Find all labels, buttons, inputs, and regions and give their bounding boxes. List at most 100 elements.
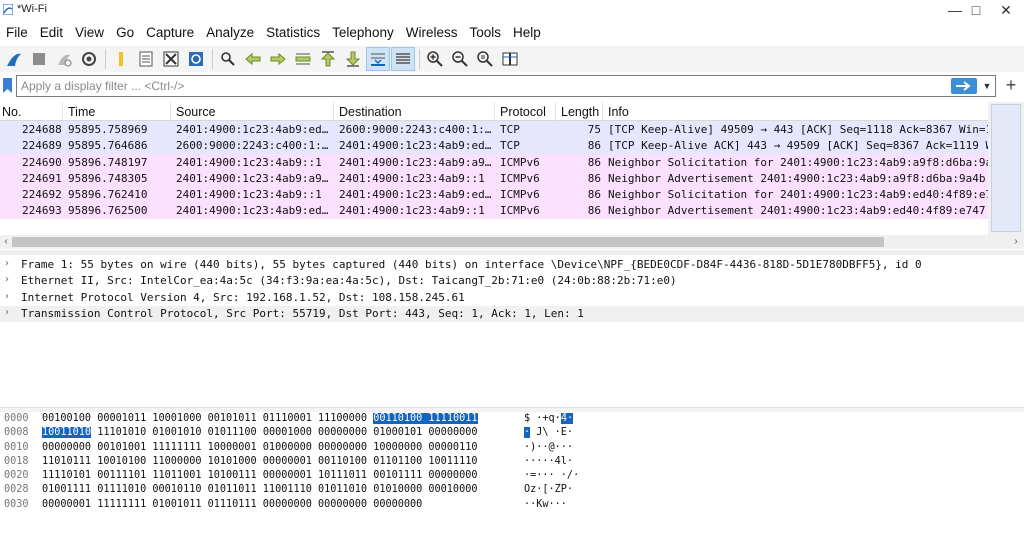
scrollbar-thumb[interactable] — [991, 104, 1021, 232]
cell-no: 224691 — [22, 171, 62, 185]
colorize-icon[interactable] — [391, 47, 415, 71]
column-divider[interactable] — [333, 102, 334, 121]
scroll-left-icon[interactable]: ‹ — [0, 235, 12, 249]
tree-item-ethernet[interactable]: › Ethernet II, Src: IntelCor_ea:4a:5c (3… — [0, 273, 1024, 289]
ascii-highlight: 4· — [560, 413, 574, 424]
menu-go[interactable]: Go — [110, 22, 140, 44]
toolbar-separator — [212, 49, 213, 69]
cell-length: 86 — [587, 188, 601, 202]
add-filter-button-icon[interactable]: + — [1000, 75, 1022, 97]
find-packet-icon[interactable] — [216, 47, 240, 71]
menu-view[interactable]: View — [69, 22, 110, 44]
expand-arrow-icon[interactable]: › — [5, 307, 9, 318]
byte-bits[interactable]: 10011010 11101010 01001010 01011100 0000… — [42, 427, 477, 439]
byte-bits[interactable]: 00000000 00101001 11111111 10000001 0100… — [42, 442, 477, 453]
packet-row[interactable]: 224689 95895.764686 2600:9000:2243:c400:… — [0, 137, 988, 154]
menu-telephony[interactable]: Telephony — [326, 22, 400, 44]
menu-capture[interactable]: Capture — [140, 22, 200, 44]
column-divider[interactable] — [555, 102, 556, 121]
apply-filter-button[interactable] — [951, 78, 977, 94]
byte-bits[interactable]: 01001111 01111010 00010110 01011011 1100… — [42, 484, 477, 495]
byte-ascii[interactable]: ·=··· ·/· — [524, 470, 579, 481]
cell-destination: 2401:4900:1c23:4ab9::1 — [339, 204, 485, 218]
byte-ascii[interactable]: ·····4l· — [524, 456, 573, 467]
zoom-out-icon[interactable] — [448, 47, 472, 71]
column-source[interactable]: Source — [176, 105, 216, 119]
menu-edit[interactable]: Edit — [34, 22, 69, 44]
byte-bits[interactable]: 11010111 10010100 11000000 10101000 0000… — [42, 456, 477, 467]
expand-arrow-icon[interactable]: › — [5, 258, 9, 269]
packet-row[interactable]: 224690 95896.748197 2401:4900:1c23:4ab9:… — [0, 153, 988, 170]
menu-help[interactable]: Help — [507, 22, 547, 44]
resize-columns-icon[interactable] — [498, 47, 522, 71]
filter-bookmark-icon[interactable] — [2, 78, 13, 93]
column-divider[interactable] — [62, 102, 63, 121]
column-info[interactable]: Info — [608, 105, 629, 119]
column-divider[interactable] — [494, 102, 495, 121]
cell-no: 224688 — [22, 123, 62, 136]
byte-bits[interactable]: 00100100 00001011 10001000 00101011 0111… — [42, 413, 478, 424]
column-length[interactable]: Length — [561, 105, 599, 119]
go-back-icon[interactable] — [241, 47, 265, 71]
go-last-icon[interactable] — [341, 47, 365, 71]
scroll-right-icon[interactable]: › — [1010, 235, 1022, 249]
column-time[interactable]: Time — [68, 105, 95, 119]
reload-file-icon[interactable] — [184, 47, 208, 71]
expand-arrow-icon[interactable]: › — [5, 291, 9, 302]
go-to-packet-icon[interactable] — [291, 47, 315, 71]
byte-ascii[interactable]: · J\ ·E· — [524, 427, 573, 439]
packet-row[interactable]: 224692 95896.762410 2401:4900:1c23:4ab9:… — [0, 186, 988, 203]
column-destination[interactable]: Destination — [339, 105, 402, 119]
zoom-in-icon[interactable] — [423, 47, 447, 71]
go-forward-icon[interactable] — [266, 47, 290, 71]
byte-ascii[interactable]: Oz·[·ZP· — [524, 484, 573, 495]
byte-row: 0008 10011010 11101010 01001010 01011100… — [0, 427, 1024, 441]
packet-list-horizontal-scrollbar[interactable]: ‹ › — [0, 235, 1024, 249]
go-first-icon[interactable] — [316, 47, 340, 71]
column-protocol[interactable]: Protocol — [500, 105, 546, 119]
menu-statistics[interactable]: Statistics — [260, 22, 326, 44]
chevron-down-icon[interactable]: ▼ — [980, 79, 994, 93]
byte-bits[interactable]: 00000001 11111111 01001011 01110111 0000… — [42, 499, 422, 510]
cell-length: 86 — [587, 171, 601, 185]
tree-item-tcp[interactable]: › Transmission Control Protocol, Src Por… — [0, 305, 1024, 323]
tree-item-frame[interactable]: › Frame 1: 55 bytes on wire (440 bits), … — [0, 257, 1024, 273]
column-divider[interactable] — [602, 102, 603, 121]
cell-time: 95896.762500 — [68, 204, 148, 218]
tree-item-ipv4[interactable]: › Internet Protocol Version 4, Src: 192.… — [0, 290, 1024, 306]
byte-offset: 0020 — [4, 470, 29, 482]
tree-item-label: Transmission Control Protocol, Src Port:… — [21, 306, 584, 320]
packet-list-minimap-scrollbar[interactable] — [988, 102, 1024, 236]
shark-fin-start-icon[interactable] — [2, 47, 26, 71]
menu-wireless[interactable]: Wireless — [400, 22, 464, 44]
packet-row[interactable]: 224693 95896.762500 2401:4900:1c23:4ab9:… — [0, 202, 988, 219]
zoom-normal-icon[interactable] — [473, 47, 497, 71]
menu-file[interactable]: File — [0, 22, 34, 44]
menu-tools[interactable]: Tools — [463, 22, 507, 44]
stop-square-icon[interactable] — [27, 47, 51, 71]
save-file-icon[interactable] — [134, 47, 158, 71]
packet-row[interactable]: 224688 95895.758969 2401:4900:1c23:4ab9:… — [0, 121, 988, 138]
menu-analyze[interactable]: Analyze — [200, 22, 260, 44]
column-no[interactable]: No. — [2, 105, 21, 119]
byte-bits[interactable]: 11110101 00111101 11011001 10100111 0000… — [42, 470, 477, 481]
byte-ascii[interactable]: ··Kw··· — [524, 499, 567, 510]
close-file-icon[interactable] — [159, 47, 183, 71]
pane-splitter[interactable] — [0, 250, 1024, 255]
cell-time: 95895.764686 — [68, 139, 148, 153]
expand-arrow-icon[interactable]: › — [5, 274, 9, 285]
byte-ascii[interactable]: $ ·+q·4· — [524, 413, 574, 424]
cell-source: 2600:9000:2243:c400:1:… — [176, 139, 329, 153]
packet-row[interactable]: 224691 95896.748305 2401:4900:1c23:4ab9:… — [0, 169, 988, 187]
capture-options-icon[interactable] — [77, 47, 101, 71]
pane-splitter[interactable] — [0, 407, 1024, 412]
autoscroll-icon[interactable] — [366, 47, 390, 71]
close-icon[interactable]: ✕ — [988, 0, 1024, 20]
byte-ascii[interactable]: ·)··@··· — [524, 442, 573, 453]
column-divider[interactable] — [170, 102, 171, 121]
open-folder-icon[interactable] — [109, 47, 133, 71]
restart-capture-icon[interactable] — [52, 47, 76, 71]
scrollbar-thumb[interactable] — [12, 237, 884, 247]
display-filter-input[interactable] — [16, 75, 996, 97]
cell-time: 95896.748197 — [68, 155, 148, 169]
